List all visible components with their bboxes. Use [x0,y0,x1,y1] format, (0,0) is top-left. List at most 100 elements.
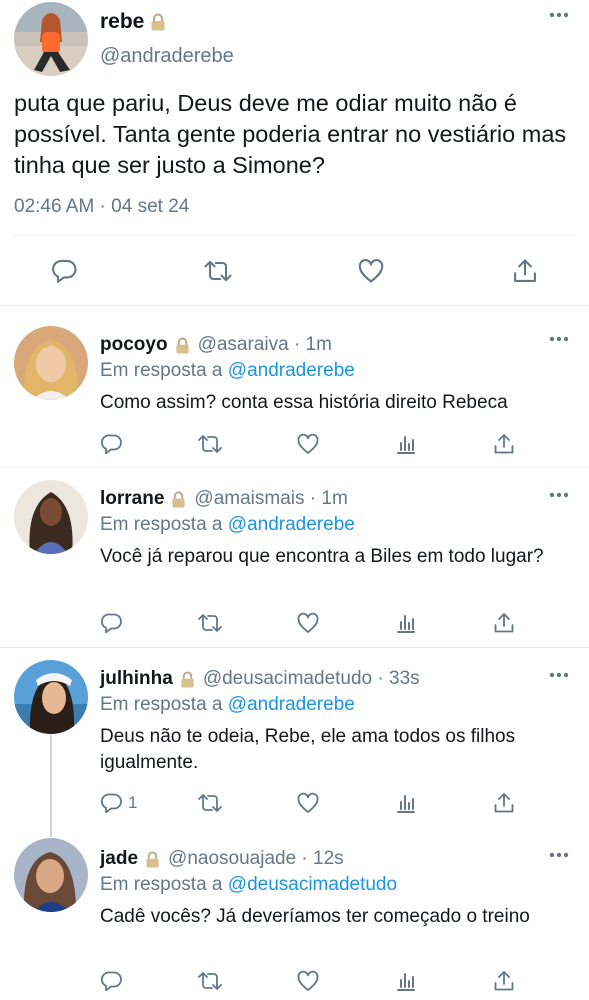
analytics-icon [394,969,418,993]
main-tweet: rebe @andraderebe puta que pariu, Deus d… [0,0,589,306]
reply-author-handle[interactable]: @naosouajade · 12s [168,848,344,870]
lock-icon [180,671,195,688]
reply-button[interactable]: 1 [100,790,137,816]
in-reply-mention[interactable]: @andraderebe [228,514,355,535]
like-button[interactable] [296,610,320,636]
reply-button[interactable] [100,431,124,457]
reply-header: pocoyo @asaraiva · 1m [100,334,332,356]
reply-author-name[interactable]: pocoyo [100,334,168,356]
share-button[interactable] [492,968,516,994]
retweet-icon [202,257,234,285]
analytics-button[interactable] [394,968,418,994]
reply-author-name[interactable]: lorrane [100,488,164,510]
reply-icon [100,432,124,456]
more-icon[interactable] [549,852,569,858]
like-button[interactable] [296,790,320,816]
retweet-button[interactable] [196,968,224,994]
reply-text: Cadê vocês? Já deveríamos ter começado o… [100,906,530,927]
heart-icon [296,611,320,635]
divider [14,235,575,236]
analytics-button[interactable] [394,790,418,816]
reply-author-name[interactable]: julhinha [100,668,173,690]
in-reply-label: Em resposta a [100,694,223,715]
heart-icon [357,257,385,285]
reply-author-handle[interactable]: @deusacimadetudo · 33s [203,668,420,690]
retweet-button[interactable] [196,610,224,636]
retweet-icon [196,791,224,815]
retweet-button[interactable] [196,790,224,816]
share-icon [492,969,516,993]
avatar[interactable] [14,838,88,912]
avatar[interactable] [14,660,88,734]
avatar[interactable] [14,2,88,76]
lock-icon [171,491,186,508]
retweet-icon [196,611,224,635]
retweet-icon [196,969,224,993]
author-name[interactable]: rebe [100,10,144,34]
reply-button[interactable] [100,610,124,636]
reply-author-name[interactable]: jade [100,848,138,870]
reply-author-handle[interactable]: @asaraiva · 1m [198,334,332,356]
more-icon[interactable] [549,492,569,498]
reply-icon [51,257,79,285]
lock-icon [145,851,160,868]
share-button[interactable] [492,610,516,636]
reply-header: lorrane @amaismais · 1m [100,488,348,510]
in-reply-mention[interactable]: @andraderebe [228,360,355,381]
in-reply-mention[interactable]: @andraderebe [228,694,355,715]
like-button[interactable] [296,968,320,994]
reply-button[interactable] [50,256,80,286]
reply-tweet: jade @naosouajade · 12s Em resposta a @d… [0,828,589,1000]
retweet-button[interactable] [196,431,224,457]
analytics-button[interactable] [394,431,418,457]
reply-text: Como assim? conta essa história direito … [100,392,508,413]
in-reply-label: Em resposta a [100,360,223,381]
reply-text: Deus não te odeia, Rebe, ele ama todos o… [100,726,516,773]
heart-icon [296,791,320,815]
share-icon [492,791,516,815]
reply-icon [100,611,124,635]
heart-icon [296,969,320,993]
in-reply-mention[interactable]: @deusacimadetudo [228,874,397,895]
share-icon [511,257,539,285]
reply-button[interactable] [100,968,124,994]
in-reply-to: Em resposta a @andraderebe [100,360,355,382]
analytics-icon [394,791,418,815]
share-icon [492,611,516,635]
author-handle[interactable]: @andraderebe [100,45,234,68]
more-icon[interactable] [549,12,569,18]
reply-count: 1 [128,793,138,812]
analytics-icon [394,432,418,456]
avatar[interactable] [14,326,88,400]
tweet-timestamp[interactable]: 02:46 AM · 04 set 24 [14,196,189,218]
reply-icon [100,791,124,815]
analytics-button[interactable] [394,610,418,636]
reply-header: julhinha @deusacimadetudo · 33s [100,668,420,690]
reply-header: jade @naosouajade · 12s [100,848,344,870]
share-button[interactable] [510,256,540,286]
reply-author-handle[interactable]: @amaismais · 1m [194,488,347,510]
avatar[interactable] [14,480,88,554]
reply-tweet: lorrane @amaismais · 1m Em resposta a @a… [0,468,589,648]
in-reply-label: Em resposta a [100,874,223,895]
share-button[interactable] [492,431,516,457]
reply-tweet: pocoyo @asaraiva · 1m Em resposta a @and… [0,306,589,468]
reply-icon [100,969,124,993]
reply-tweet: julhinha @deusacimadetudo · 33s Em respo… [0,648,589,828]
author-name-row: rebe [100,10,166,34]
share-button[interactable] [492,790,516,816]
in-reply-label: Em resposta a [100,514,223,535]
retweet-button[interactable] [203,256,233,286]
in-reply-to: Em resposta a @andraderebe [100,694,355,716]
heart-icon [296,432,320,456]
share-icon [492,432,516,456]
more-icon[interactable] [549,336,569,342]
like-button[interactable] [356,256,386,286]
like-button[interactable] [296,431,320,457]
reply-text: Você já reparou que encontra a Biles em … [100,546,544,567]
in-reply-to: Em resposta a @andraderebe [100,514,355,536]
lock-icon [175,337,190,354]
analytics-icon [394,611,418,635]
retweet-icon [196,432,224,456]
more-icon[interactable] [549,672,569,678]
